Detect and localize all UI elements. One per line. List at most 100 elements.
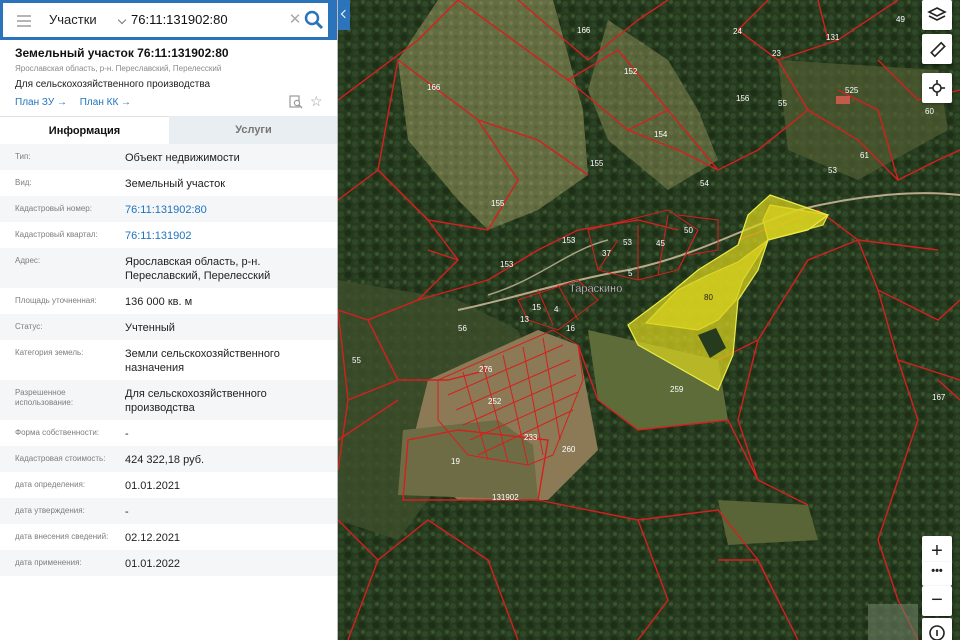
info-row: Кадастровая стоимость: 424 322,18 руб.: [0, 446, 337, 472]
label-61: 61: [860, 151, 869, 160]
zoom-out-button[interactable]: −: [922, 586, 952, 616]
ruler-icon: [930, 41, 946, 58]
info-key: Вид:: [15, 178, 32, 187]
chevron-down-icon: [117, 15, 127, 25]
parcel-use: Для сельскохозяйственного производства: [15, 79, 211, 90]
label-4: 4: [554, 305, 559, 314]
village-label: Тараскино: [569, 283, 622, 295]
info-value-link[interactable]: 76:11:131902:80: [125, 203, 330, 217]
label-155: 155: [590, 159, 604, 168]
label-166: 166: [577, 26, 591, 35]
search-box: Участки ✕: [3, 3, 328, 37]
info-value-link[interactable]: 76:11:131902: [125, 229, 330, 243]
satellite-map[interactable]: 166 166 152 156 15 4 155 155 153 153 37 5…: [338, 0, 960, 640]
info-value: 02.12.2021: [125, 532, 181, 544]
info-key: Разрешенное использование:: [15, 388, 74, 407]
collapse-panel-button[interactable]: [338, 0, 350, 30]
info-icon: [929, 625, 945, 640]
close-icon[interactable]: ✕: [287, 11, 303, 29]
info-key: дата применения:: [15, 558, 82, 567]
tab-services[interactable]: Услуги: [169, 116, 337, 144]
info-value: -: [125, 506, 129, 518]
info-row: Статус: Учтенный: [0, 314, 337, 340]
info-value: Учтенный: [125, 322, 175, 334]
info-key: Кадастровый номер:: [15, 204, 92, 213]
info-key: Статус:: [15, 322, 43, 331]
info-row: дата определения: 01.01.2021: [0, 472, 337, 498]
label-55: 55: [352, 356, 361, 365]
label-5: 5: [628, 269, 633, 278]
label-276: 276: [479, 365, 493, 374]
info-key: Категория земель:: [15, 348, 84, 357]
label-54: 54: [700, 179, 709, 188]
label-525: 525: [845, 86, 859, 95]
info-value: Объект недвижимости: [125, 152, 240, 164]
label-131: 131: [826, 33, 840, 42]
info-value: -: [125, 428, 129, 440]
label-260: 260: [562, 445, 576, 454]
label-155-b: 155: [491, 199, 505, 208]
info-row: Кадастровый номер: 76:11:131902:80: [0, 196, 337, 222]
layer-select[interactable]: Участки: [43, 10, 127, 30]
label-156: 156: [736, 94, 750, 103]
parcel-title: Земельный участок 76:11:131902:80: [15, 46, 229, 60]
info-row: дата применения: 01.01.2022: [0, 550, 337, 576]
menu-icon[interactable]: [13, 9, 35, 31]
info-row: Кадастровый квартал: 76:11:131902: [0, 222, 337, 248]
layers-button[interactable]: [922, 0, 952, 30]
crosshair-icon: [929, 80, 945, 96]
info-key: Кадастровая стоимость:: [15, 454, 106, 463]
label-153-b: 153: [500, 260, 514, 269]
label-45: 45: [656, 239, 665, 248]
plan-kk-link[interactable]: План КК →: [80, 97, 131, 108]
search-input[interactable]: [127, 10, 283, 30]
tab-information[interactable]: Информация: [0, 116, 169, 144]
info-panel: Участки ✕ Земельный участок 76:11:131902…: [0, 0, 338, 640]
plan-zu-link[interactable]: План ЗУ →: [15, 97, 67, 108]
plan-links: План ЗУ → План КК →: [15, 97, 141, 108]
label-252: 252: [488, 397, 502, 406]
parcel-header: Земельный участок 76:11:131902:80 Яросла…: [0, 40, 337, 116]
label-60: 60: [925, 107, 934, 116]
info-value: 136 000 кв. м: [125, 296, 193, 308]
label-15: 15: [532, 303, 541, 312]
building: [836, 96, 850, 104]
info-value: Земельный участок: [125, 178, 226, 190]
label-37: 37: [602, 249, 611, 258]
document-search-icon[interactable]: [289, 95, 303, 109]
label-49: 49: [896, 15, 905, 24]
search-icon[interactable]: [303, 9, 325, 31]
tab-bar: Информация Услуги: [0, 116, 337, 144]
label-166-b: 166: [427, 83, 441, 92]
label-152: 152: [624, 67, 638, 76]
label-19: 19: [451, 457, 460, 466]
layers-icon: [927, 7, 947, 21]
label-23: 23: [772, 49, 781, 58]
map-view[interactable]: 166 166 152 156 15 4 155 155 153 153 37 5…: [338, 0, 960, 640]
info-row: Площадь уточненная: 136 000 кв. м: [0, 288, 337, 314]
star-icon[interactable]: ☆: [310, 94, 324, 108]
label-50: 50: [684, 226, 693, 235]
info-row: Разрешенное использование: Для сельскохоз…: [0, 380, 337, 420]
info-key: дата определения:: [15, 480, 86, 489]
more-button[interactable]: •••: [922, 562, 952, 586]
info-value: 01.01.2021: [125, 480, 181, 492]
info-key: Кадастровый квартал:: [15, 230, 98, 239]
label-233: 233: [524, 433, 538, 442]
info-value: Для сельскохозяйственного производства: [125, 388, 267, 414]
info-key: Адрес:: [15, 256, 41, 265]
parcel-region: Ярославская область, р-н. Переславский, …: [15, 64, 222, 73]
info-button[interactable]: [922, 618, 952, 640]
info-key: Тип:: [15, 152, 31, 161]
label-153: 153: [562, 236, 576, 245]
info-row: Форма собственности: -: [0, 420, 337, 446]
info-value: 01.01.2022: [125, 558, 181, 570]
info-key: дата внесения сведений:: [15, 532, 109, 541]
ruler-button[interactable]: [922, 34, 952, 64]
info-row: дата утверждения: -: [0, 498, 337, 524]
label-55-b: 55: [778, 99, 787, 108]
layer-select-value: Участки: [49, 12, 97, 27]
label-131902: 131902: [492, 493, 519, 502]
label-56: 56: [458, 324, 467, 333]
locate-button[interactable]: [922, 73, 952, 103]
